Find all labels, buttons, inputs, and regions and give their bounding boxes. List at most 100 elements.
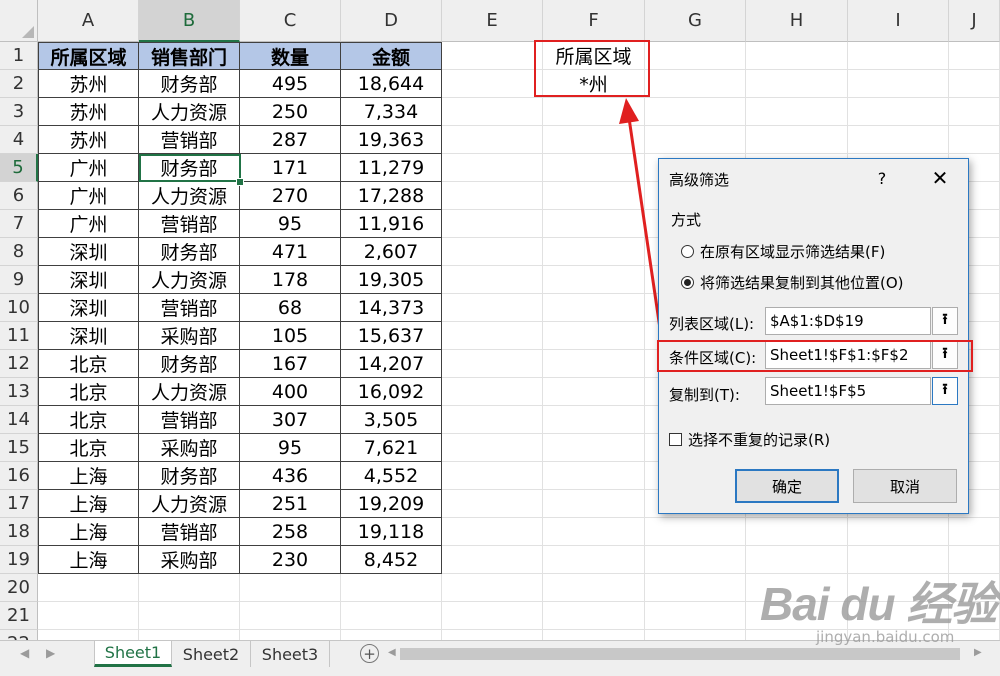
radio-checked[interactable] [681,276,694,289]
row-header-17[interactable]: 17 [0,490,38,518]
grid-cell[interactable] [240,574,341,602]
grid-cell[interactable] [442,294,543,322]
unique-records-option[interactable]: 选择不重复的记录(R) [669,429,830,450]
table-cell[interactable]: 8,452 [341,546,442,574]
grid-cell[interactable] [848,98,949,126]
criteria-header-cell[interactable]: 所属区域 [543,42,645,70]
grid-cell[interactable] [543,350,645,378]
grid-cell[interactable] [949,70,1000,98]
table-cell[interactable]: 495 [240,70,341,98]
column-header-b[interactable]: B [139,0,240,42]
table-cell[interactable]: 营销部 [139,518,240,546]
table-cell[interactable]: 采购部 [139,434,240,462]
grid-cell[interactable] [645,98,746,126]
help-button[interactable]: ? [867,165,897,191]
advanced-filter-dialog[interactable]: 高级筛选 ? ✕ 方式 在原有区域显示筛选结果(F) 将筛选结果复制到其他位置(… [657,158,973,514]
table-cell[interactable]: 北京 [38,350,139,378]
grid-cell[interactable] [543,574,645,602]
grid-cell[interactable] [442,70,543,98]
column-header-a[interactable]: A [38,0,139,42]
grid-cell[interactable] [442,154,543,182]
table-cell[interactable]: 11,279 [341,154,442,182]
grid-cell[interactable] [543,518,645,546]
grid-cell[interactable] [543,266,645,294]
table-cell[interactable]: 深圳 [38,294,139,322]
tab-scroll-left-icon[interactable]: ◀ [20,646,29,660]
table-header-cell[interactable]: 所属区域 [38,42,139,70]
table-cell[interactable]: 2,607 [341,238,442,266]
scrollbar-thumb[interactable] [400,648,960,660]
grid-cell[interactable] [645,518,746,546]
table-cell[interactable]: 广州 [38,182,139,210]
grid-cell[interactable] [543,322,645,350]
table-cell[interactable]: 深圳 [38,322,139,350]
table-cell[interactable]: 19,209 [341,490,442,518]
tab-sheet3[interactable]: Sheet3 [251,641,330,667]
grid-cell[interactable] [848,70,949,98]
table-cell[interactable]: 178 [240,266,341,294]
option-copy-to-location[interactable]: 将筛选结果复制到其他位置(O) [681,272,904,293]
row-header-5[interactable]: 5 [0,154,38,182]
grid-cell[interactable] [442,350,543,378]
grid-cell[interactable] [543,182,645,210]
grid-cell[interactable] [442,378,543,406]
column-header-c[interactable]: C [240,0,341,42]
grid-cell[interactable] [139,574,240,602]
grid-cell[interactable] [442,98,543,126]
grid-cell[interactable] [848,42,949,70]
grid-cell[interactable] [543,154,645,182]
row-header-14[interactable]: 14 [0,406,38,434]
table-cell[interactable]: 7,334 [341,98,442,126]
grid-cell[interactable] [543,546,645,574]
table-cell[interactable]: 上海 [38,490,139,518]
row-header-1[interactable]: 1 [0,42,38,70]
grid-cell[interactable] [139,602,240,630]
horizontal-scrollbar[interactable]: ◀ ▶ [386,645,986,663]
scroll-left-icon[interactable]: ◀ [388,647,396,658]
row-header-10[interactable]: 10 [0,294,38,322]
table-cell[interactable]: 财务部 [139,350,240,378]
grid-cell[interactable] [746,70,848,98]
table-cell[interactable]: 财务部 [139,154,240,182]
row-header-9[interactable]: 9 [0,266,38,294]
table-cell[interactable]: 258 [240,518,341,546]
grid-cell[interactable] [442,518,543,546]
table-cell[interactable]: 苏州 [38,98,139,126]
row-header-12[interactable]: 12 [0,350,38,378]
grid-cell[interactable] [645,574,746,602]
tab-sheet2[interactable]: Sheet2 [172,641,251,667]
grid-cell[interactable] [645,602,746,630]
table-cell[interactable]: 北京 [38,406,139,434]
grid-cell[interactable] [543,210,645,238]
grid-cell[interactable] [341,602,442,630]
select-all-corner[interactable] [0,0,38,42]
table-cell[interactable]: 人力资源 [139,490,240,518]
table-cell[interactable]: 250 [240,98,341,126]
grid-cell[interactable] [645,70,746,98]
grid-cell[interactable] [442,406,543,434]
table-cell[interactable]: 广州 [38,154,139,182]
table-cell[interactable]: 人力资源 [139,98,240,126]
table-cell[interactable]: 307 [240,406,341,434]
row-header-21[interactable]: 21 [0,602,38,630]
table-cell[interactable]: 苏州 [38,126,139,154]
grid-cell[interactable] [442,322,543,350]
grid-cell[interactable] [949,518,1000,546]
grid-cell[interactable] [442,210,543,238]
grid-cell[interactable] [645,546,746,574]
table-cell[interactable]: 230 [240,546,341,574]
table-cell[interactable]: 上海 [38,462,139,490]
table-cell[interactable]: 68 [240,294,341,322]
table-cell[interactable]: 436 [240,462,341,490]
grid-cell[interactable] [442,434,543,462]
row-header-4[interactable]: 4 [0,126,38,154]
table-cell[interactable]: 北京 [38,378,139,406]
table-cell[interactable]: 人力资源 [139,378,240,406]
table-cell[interactable]: 营销部 [139,294,240,322]
table-cell[interactable]: 105 [240,322,341,350]
grid-cell[interactable] [543,238,645,266]
row-header-13[interactable]: 13 [0,378,38,406]
tab-sheet1[interactable]: Sheet1 [94,641,172,667]
table-cell[interactable]: 19,305 [341,266,442,294]
column-header-e[interactable]: E [442,0,543,42]
